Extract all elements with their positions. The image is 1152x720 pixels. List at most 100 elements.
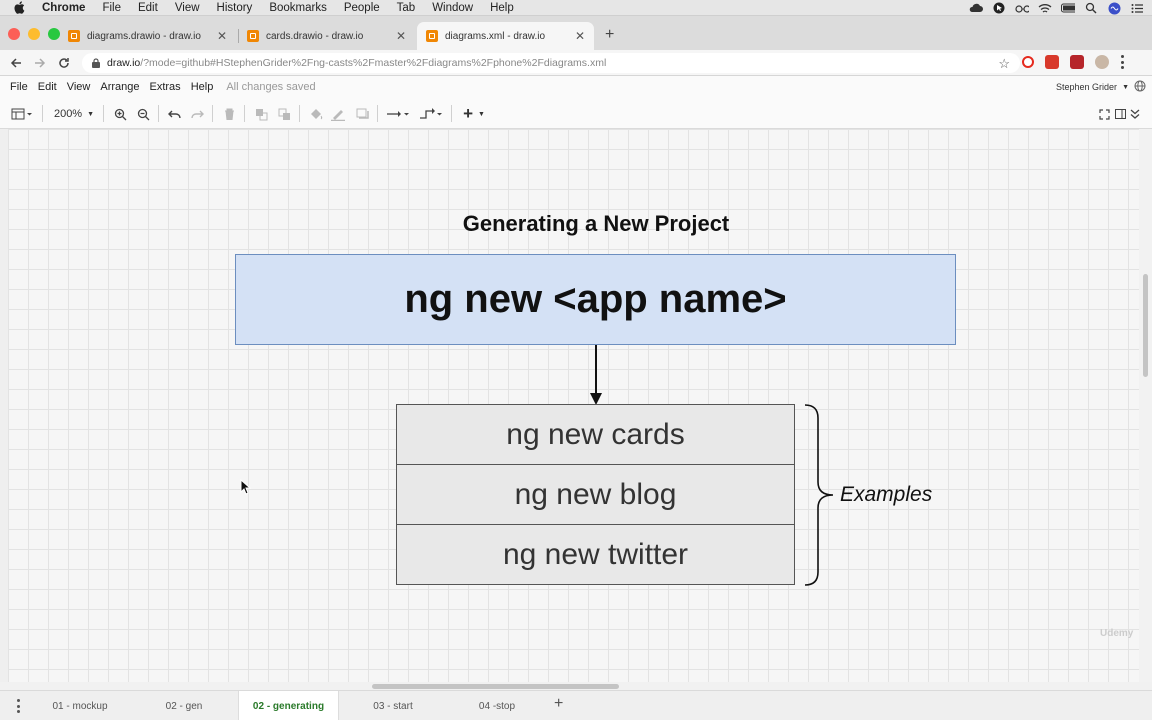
browser-tab[interactable]: diagrams.drawio - draw.io ✕ [59, 22, 236, 50]
lastpass-extension-icon[interactable] [1045, 55, 1059, 69]
close-window-button[interactable] [8, 28, 20, 40]
toolbar-divider [244, 105, 245, 122]
browser-menu-icon[interactable] [1120, 55, 1124, 69]
battery-icon[interactable] [1061, 2, 1075, 14]
toolbar-divider [158, 105, 159, 122]
connector-arrow[interactable] [585, 345, 607, 406]
url-host: draw.io [107, 57, 141, 69]
zoom-in-icon[interactable] [112, 106, 128, 122]
trash-icon[interactable] [221, 106, 237, 122]
drawio-favicon-icon [426, 30, 438, 42]
extension-icons [1022, 55, 1124, 69]
command-box[interactable]: ng new <app name> [235, 254, 956, 345]
user-menu[interactable]: Stephen Grider ▼ [1056, 80, 1146, 94]
mac-menu-history[interactable]: History [217, 2, 253, 14]
add-page-button[interactable]: + [554, 695, 563, 713]
menu-file[interactable]: File [10, 81, 28, 93]
waypoints-icon[interactable] [418, 106, 444, 122]
mac-menu-edit[interactable]: Edit [138, 2, 158, 14]
menu-edit[interactable]: Edit [38, 81, 57, 93]
examples-list[interactable]: ng new cards ng new blog ng new twitter [396, 404, 795, 585]
connection-style-icon[interactable] [385, 106, 411, 122]
fullscreen-icon[interactable] [1097, 106, 1111, 122]
menu-arrange[interactable]: Arrange [100, 81, 139, 93]
example-row[interactable]: ng new blog [397, 465, 794, 525]
siri-icon[interactable] [1107, 2, 1121, 14]
tab-title: diagrams.xml - draw.io [445, 30, 546, 42]
mac-menu-tab[interactable]: Tab [397, 2, 416, 14]
zoom-out-icon[interactable] [135, 106, 151, 122]
mac-menu-file[interactable]: File [102, 2, 121, 14]
lock-icon [92, 58, 100, 68]
window-controls [8, 28, 60, 40]
tab-close-icon[interactable]: ✕ [393, 29, 409, 43]
format-panel-toggle-icon[interactable] [9, 106, 35, 122]
new-tab-button[interactable]: + [605, 26, 614, 44]
diagram-title[interactable]: Generating a New Project [382, 211, 810, 237]
to-back-icon[interactable] [276, 106, 292, 122]
undo-icon[interactable] [166, 106, 182, 122]
example-row[interactable]: ng new cards [397, 405, 794, 465]
browser-tab[interactable]: cards.drawio - draw.io ✕ [238, 22, 415, 50]
menu-extras[interactable]: Extras [150, 81, 181, 93]
browser-tab-active[interactable]: diagrams.xml - draw.io ✕ [417, 22, 594, 50]
save-status: All changes saved [226, 81, 316, 93]
mac-status-area [969, 0, 1144, 16]
ublock-extension-icon[interactable] [1070, 55, 1084, 69]
url-bar[interactable]: draw.io/?mode=github#HStephenGrider%2Fng… [82, 53, 1020, 73]
page-tab[interactable]: 01 - mockup [40, 691, 120, 720]
mac-menu-people[interactable]: People [344, 2, 380, 14]
tab-close-icon[interactable]: ✕ [214, 29, 230, 43]
plus-icon: + [463, 104, 473, 123]
vertical-scroll-thumb[interactable] [1143, 274, 1148, 377]
forward-arrow-icon[interactable] [32, 55, 48, 71]
shadow-icon[interactable] [354, 106, 370, 122]
apple-icon[interactable] [14, 1, 28, 15]
mac-menu-view[interactable]: View [175, 2, 200, 14]
pages-menu-icon[interactable] [14, 699, 22, 713]
mouse-cursor-icon [240, 479, 252, 495]
cloud-icon[interactable] [969, 2, 983, 14]
mac-menu-bookmarks[interactable]: Bookmarks [269, 2, 327, 14]
example-row[interactable]: ng new twitter [397, 525, 794, 585]
zoom-select[interactable]: 200% ▼ [52, 106, 96, 122]
to-front-icon[interactable] [253, 106, 269, 122]
reload-icon[interactable] [56, 55, 72, 71]
curly-brace-shape[interactable] [803, 404, 837, 586]
page-tab-active[interactable]: 02 - generating [238, 691, 339, 720]
menu-view[interactable]: View [67, 81, 91, 93]
mac-menu-window[interactable]: Window [432, 2, 473, 14]
mac-menu-app[interactable]: Chrome [42, 2, 85, 14]
collapse-chevrons-icon[interactable] [1128, 106, 1142, 122]
vertical-scrollbar[interactable] [1139, 129, 1152, 682]
bookmark-star-icon[interactable]: ☆ [998, 56, 1010, 72]
examples-label[interactable]: Examples [840, 483, 932, 507]
page-tab[interactable]: 04 -stop [465, 691, 529, 720]
globe-icon[interactable] [1134, 80, 1146, 94]
tab-close-icon[interactable]: ✕ [572, 29, 588, 43]
page-tab[interactable]: 02 - gen [150, 691, 218, 720]
glasses-icon[interactable] [1015, 2, 1029, 14]
format-panel-icon[interactable] [1113, 106, 1127, 122]
horizontal-scroll-thumb[interactable] [372, 684, 619, 689]
redo-icon[interactable] [189, 106, 205, 122]
canvas-left-gutter [0, 129, 8, 682]
tab-title: cards.drawio - draw.io [266, 30, 364, 42]
spotlight-icon[interactable] [1084, 2, 1098, 14]
drawio-menubar: File Edit View Arrange Extras Help All c… [0, 76, 1152, 98]
mac-menu-help[interactable]: Help [490, 2, 514, 14]
wifi-icon[interactable] [1038, 2, 1052, 14]
command-label: ng new <app name> [404, 277, 787, 321]
minimize-window-button[interactable] [28, 28, 40, 40]
opera-extension-icon[interactable] [1022, 56, 1034, 68]
back-arrow-icon[interactable] [8, 55, 24, 71]
line-color-icon[interactable] [330, 106, 346, 122]
notification-list-icon[interactable] [1130, 2, 1144, 14]
page-tab[interactable]: 03 - start [360, 691, 426, 720]
tab-title: diagrams.drawio - draw.io [87, 30, 201, 42]
profile-avatar[interactable] [1095, 55, 1109, 69]
cursor-icon[interactable] [992, 2, 1006, 14]
menu-help[interactable]: Help [191, 81, 214, 93]
fill-color-icon[interactable] [308, 106, 324, 122]
insert-button[interactable]: + ▼ [460, 104, 488, 123]
